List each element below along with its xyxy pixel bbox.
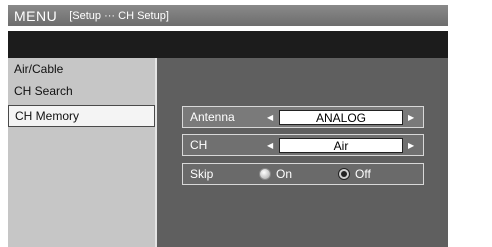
antenna-label: Antenna [190, 110, 235, 124]
left-arrow-icon[interactable]: ◀ [267, 113, 273, 122]
sidebar: Air/Cable CH Search CH Memory [8, 58, 157, 247]
left-arrow-icon[interactable]: ◀ [267, 141, 273, 150]
ch-setting-row[interactable]: CH ◀ Air ▶ [182, 134, 424, 156]
top-band [8, 31, 448, 58]
right-arrow-icon[interactable]: ▶ [408, 113, 414, 122]
sidebar-item-ch-memory[interactable]: CH Memory [8, 105, 155, 127]
sidebar-item-air-cable[interactable]: Air/Cable [8, 58, 155, 80]
skip-on-radio[interactable] [259, 168, 271, 180]
menu-title: MENU [14, 7, 58, 24]
menu-screen: Air/Cable CH Search CH Memory Antenna ◀ … [8, 31, 448, 247]
right-arrow-icon[interactable]: ▶ [408, 141, 414, 150]
skip-label: Skip [190, 167, 214, 181]
sidebar-item-label: Air/Cable [14, 62, 64, 76]
sidebar-item-ch-search[interactable]: CH Search [8, 80, 155, 102]
skip-off-radio[interactable] [338, 168, 350, 180]
menu-title-bar: MENU [Setup ··· CH Setup] [8, 5, 448, 26]
skip-off-label: Off [355, 167, 371, 181]
ch-label: CH [190, 138, 208, 152]
sidebar-item-label: CH Search [14, 84, 73, 98]
sidebar-item-label: CH Memory [15, 109, 80, 123]
skip-on-label: On [276, 167, 293, 181]
antenna-value[interactable]: ANALOG [279, 109, 403, 125]
antenna-setting-row[interactable]: Antenna ◀ ANALOG ▶ [182, 106, 424, 128]
ch-value[interactable]: Air [279, 137, 403, 153]
menu-breadcrumb: [Setup ··· CH Setup] [69, 9, 169, 22]
skip-setting-row[interactable]: Skip On Off [182, 163, 424, 185]
